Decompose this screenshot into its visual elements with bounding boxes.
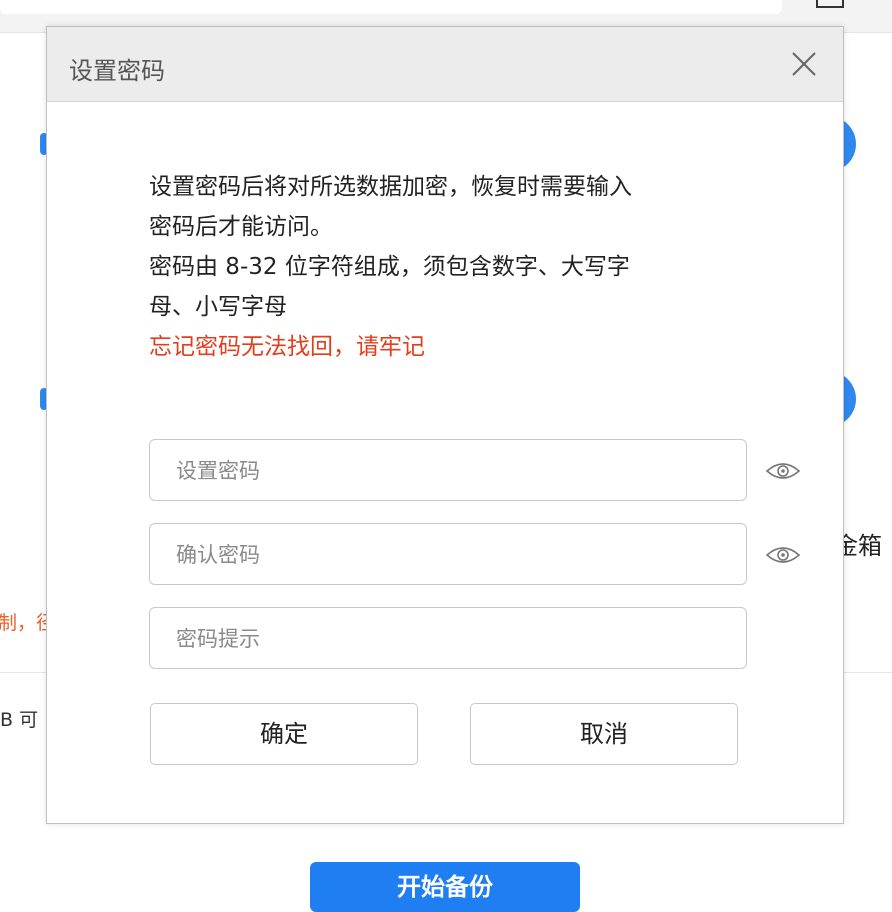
password-hint-field[interactable] [149, 607, 747, 670]
warning-text: 忘记密码无法找回，请牢记 [149, 334, 425, 360]
password-input[interactable] [174, 440, 728, 502]
description-line: 密码由 8-32 位字符组成，须包含数字、大写字 [149, 254, 630, 280]
description-line: 密码后才能访问。 [149, 214, 333, 240]
confirm-button[interactable]: 确定 [150, 703, 418, 765]
description-line: 设置密码后将对所选数据加密，恢复时需要输入 [149, 174, 632, 200]
start-backup-button[interactable]: 开始备份 [310, 862, 580, 912]
dialog-header: 设置密码 [47, 27, 843, 102]
eye-icon[interactable] [765, 543, 801, 567]
password-field[interactable] [149, 439, 747, 502]
dialog-description: 设置密码后将对所选数据加密，恢复时需要输入 密码后才能访问。 密码由 8-32 … [149, 167, 749, 367]
eye-icon[interactable] [765, 459, 801, 483]
background-search-field [0, 0, 782, 14]
cancel-button[interactable]: 取消 [470, 703, 738, 765]
dialog-title: 设置密码 [69, 57, 165, 85]
password-hint-input[interactable] [174, 608, 728, 670]
description-line: 母、小写字母 [149, 294, 287, 320]
confirm-password-field[interactable] [149, 523, 747, 586]
close-icon[interactable] [789, 49, 819, 79]
confirm-password-input[interactable] [174, 524, 728, 586]
set-password-dialog: 设置密码 设置密码后将对所选数据加密，恢复时需要输入 密码后才能访问。 密码由 … [46, 26, 844, 824]
window-icon [816, 0, 844, 8]
background-size-text: B 可 [0, 709, 39, 731]
